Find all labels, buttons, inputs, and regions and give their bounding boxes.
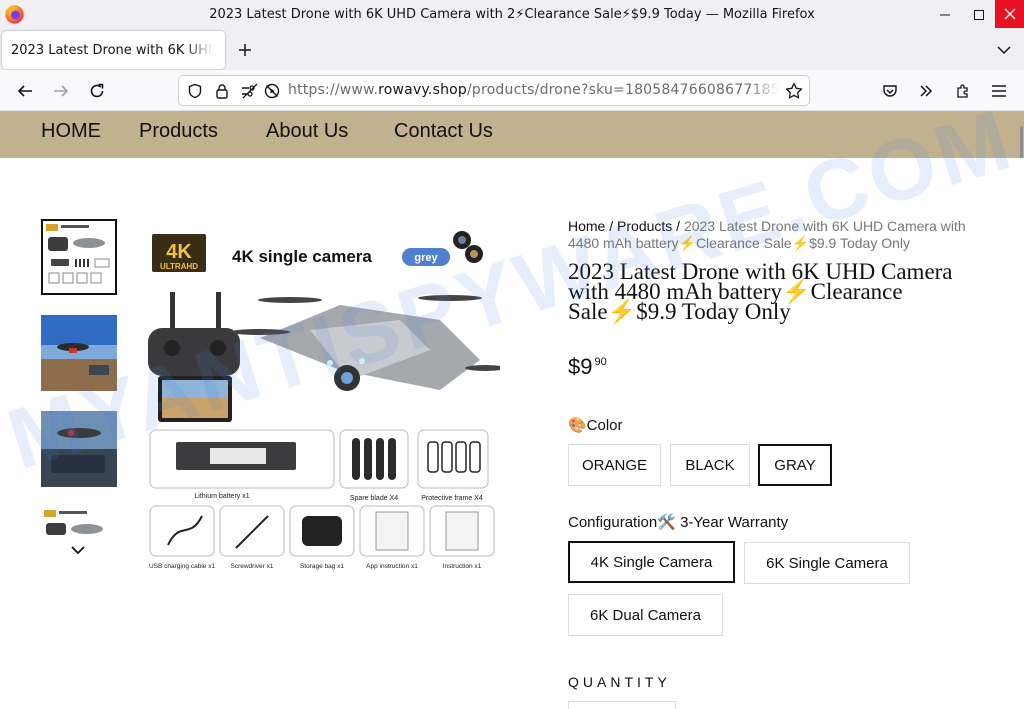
bookmark-star-icon[interactable]	[785, 82, 803, 100]
breadcrumb-products-link[interactable]: Products	[617, 218, 672, 234]
double-chevron-right-icon	[920, 85, 933, 97]
badge-ultrahd-text: ULTRAHD	[160, 262, 198, 271]
window-title-bar: 2023 Latest Drone with 6K UHD Camera wit…	[0, 0, 1024, 30]
breadcrumb: Home / Products / 2023 Latest Drone with…	[568, 218, 988, 252]
pocket-icon	[883, 85, 897, 97]
plus-icon	[239, 44, 251, 56]
product-price: $9 90	[568, 354, 607, 380]
drone-kit-thumbnail-partial-image	[41, 507, 117, 535]
thumbnail-2[interactable]	[41, 315, 117, 391]
app-menu-button[interactable]	[985, 77, 1013, 105]
image-app-label: App instruction x1	[366, 563, 418, 570]
product-title: 2023 Latest Drone with 6K UHD Camera wit…	[568, 259, 953, 324]
thumbnail-3[interactable]	[41, 411, 117, 487]
image-bag-label: Storage bag x1	[300, 563, 344, 570]
minimize-button[interactable]	[928, 0, 962, 30]
address-bar[interactable]: https://www.rowavy.shop/products/drone?s…	[178, 75, 810, 106]
window-title: 2023 Latest Drone with 6K UHD Camera wit…	[209, 7, 815, 22]
config-option-4k-single[interactable]: 4K Single Camera	[568, 541, 735, 583]
forward-button[interactable]	[47, 77, 75, 105]
back-button[interactable]	[11, 77, 39, 105]
autoplay-blocked-icon[interactable]	[263, 82, 281, 100]
list-all-tabs-button[interactable]	[992, 38, 1016, 62]
image-battery-label: Lithium battery x1	[194, 493, 249, 500]
thumbnail-4[interactable]	[41, 507, 117, 535]
pocket-button[interactable]	[876, 77, 904, 105]
drone-kit-thumbnail-image	[43, 221, 115, 293]
nav-toolbar: https://www.rowavy.shop/products/drone?s…	[0, 70, 1024, 111]
nav-about-link[interactable]: About Us	[266, 120, 348, 143]
url-fade	[749, 76, 779, 105]
url-path: /products/drone?sku=18058476608677185	[467, 82, 780, 98]
image-screwdriver-label: Screwdriver x1	[231, 563, 274, 570]
close-icon	[1004, 8, 1015, 20]
url-text: https://www.rowavy.shop/products/drone?s…	[288, 82, 780, 98]
close-window-button[interactable]	[995, 0, 1024, 28]
reload-button[interactable]	[83, 77, 111, 105]
configuration-option-label: Configuration🛠️ 3-Year Warranty	[568, 514, 789, 531]
color-option-black[interactable]: BLACK	[670, 444, 750, 486]
drone-in-sky-thumbnail-image	[41, 315, 117, 391]
color-option-label: 🎨Color	[568, 417, 623, 434]
chevron-down-icon	[997, 46, 1011, 55]
drone-with-car-thumbnail-image	[41, 411, 117, 487]
reload-icon	[90, 83, 104, 98]
lock-icon[interactable]	[213, 82, 231, 100]
maximize-icon	[974, 10, 984, 20]
main-product-image[interactable]: 4K ULTRAHD 4K single camera grey Lithium…	[140, 220, 500, 580]
product-page: 4K ULTRAHD 4K single camera grey Lithium…	[0, 158, 1024, 709]
url-domain: rowavy.shop	[378, 82, 467, 98]
tab-title-fade	[185, 31, 225, 69]
color-option-gray[interactable]: GRAY	[758, 444, 832, 486]
shield-icon[interactable]	[186, 82, 204, 100]
image-color-tag-text: grey	[414, 252, 438, 264]
image-instruction-label: Instruction x1	[443, 563, 482, 570]
puzzle-icon	[957, 84, 968, 98]
nav-products-link[interactable]: Products	[139, 120, 218, 143]
url-prefix: https://www.	[288, 82, 379, 98]
breadcrumb-home-link[interactable]: Home	[568, 218, 605, 234]
minimize-icon	[940, 14, 950, 16]
breadcrumb-separator: /	[605, 218, 618, 234]
tab-active[interactable]: 2023 Latest Drone with 6K UHD Camera wit…	[2, 31, 225, 69]
nav-contact-link[interactable]: Contact Us	[394, 120, 493, 143]
badge-4k-text: 4K	[166, 241, 192, 263]
config-option-6k-dual[interactable]: 6K Dual Camera	[568, 594, 723, 636]
thumbnail-1[interactable]	[41, 219, 117, 295]
arrow-right-icon	[54, 85, 69, 97]
color-option-orange[interactable]: ORANGE	[568, 444, 661, 486]
image-cable-label: USB charging cable x1	[149, 563, 216, 570]
price-cents: 90	[594, 356, 607, 368]
permissions-icon[interactable]	[241, 82, 259, 100]
price-main: $9	[568, 354, 593, 379]
config-option-6k-single[interactable]: 6K Single Camera	[744, 542, 910, 584]
quantity-label: QUANTITY	[568, 674, 671, 690]
thumbnails-next-chevron-icon[interactable]	[68, 541, 88, 559]
tab-strip: 2023 Latest Drone with 6K UHD Camera wit…	[0, 30, 1024, 70]
site-nav: HOME Products About Us Contact Us	[0, 111, 1024, 158]
hamburger-icon	[992, 85, 1006, 97]
arrow-left-icon	[17, 85, 32, 97]
image-frame-label: Protective frame X4	[421, 495, 483, 502]
breadcrumb-separator: /	[672, 218, 684, 234]
quantity-stepper[interactable]	[568, 701, 676, 709]
nav-home-link[interactable]: HOME	[41, 120, 101, 143]
maximize-button[interactable]	[962, 0, 996, 30]
extensions-button[interactable]	[949, 77, 977, 105]
more-tools-button[interactable]	[912, 77, 940, 105]
image-headline-text: 4K single camera	[232, 247, 372, 266]
image-blades-label: Spare blade X4	[350, 495, 398, 502]
new-tab-button[interactable]	[233, 38, 257, 62]
